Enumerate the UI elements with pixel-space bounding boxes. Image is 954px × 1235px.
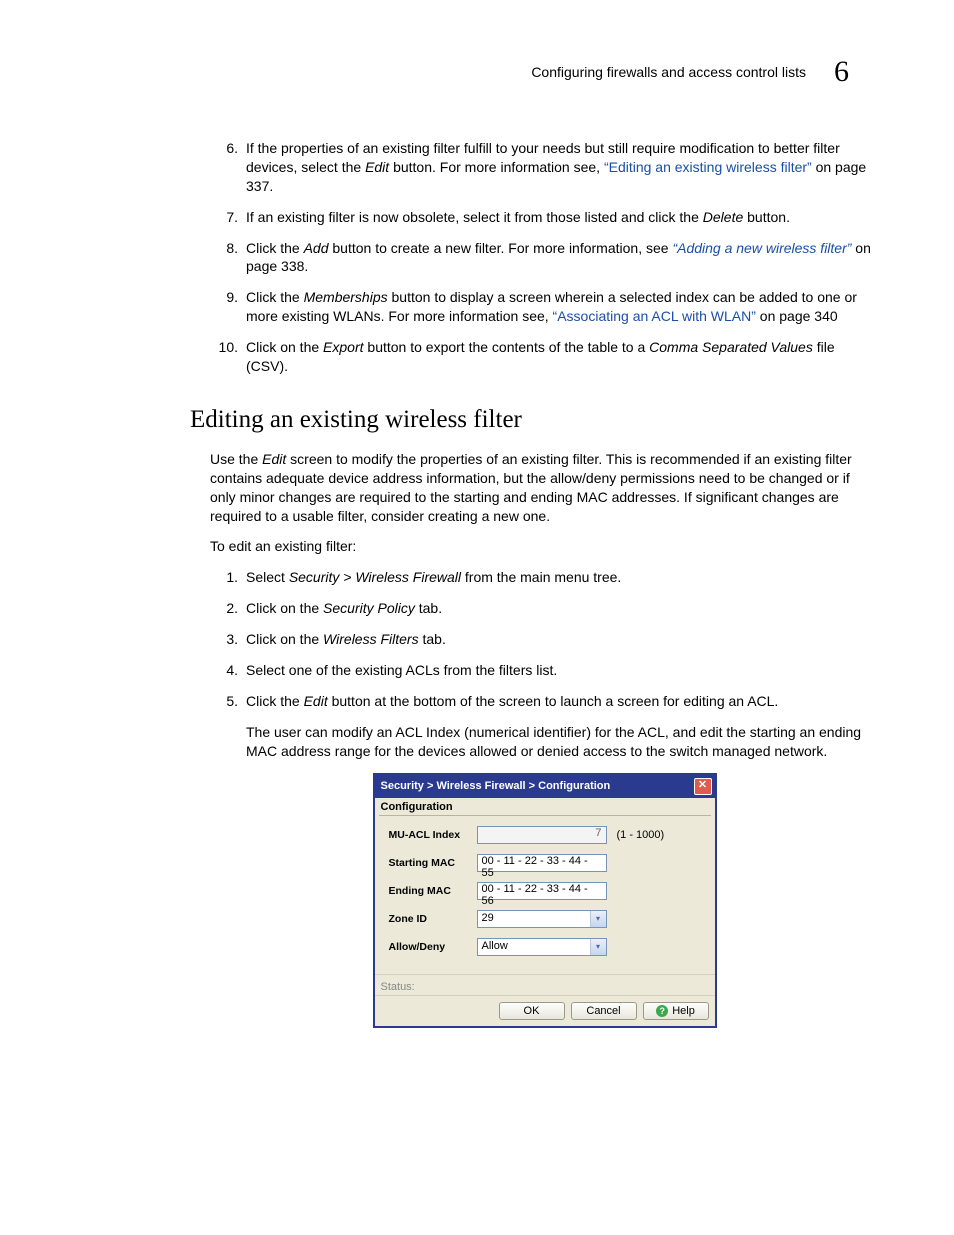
help-label: Help (672, 1005, 695, 1017)
label-endmac: Ending MAC (389, 885, 477, 897)
divider (379, 815, 711, 816)
link-assoc-acl[interactable]: “Associating an ACL with WLAN” (553, 308, 756, 324)
list-item: 3. Click on the Wireless Filters tab. (210, 630, 879, 649)
form-row-muacl: MU-ACL Index 7 (1 - 1000) (389, 826, 705, 844)
label-muacl: MU-ACL Index (389, 829, 477, 841)
list-item: 1. Select Security > Wireless Firewall f… (210, 568, 879, 587)
ok-button[interactable]: OK (499, 1002, 565, 1020)
list-item: 5. Click the Edit button at the bottom o… (210, 692, 879, 711)
paragraph: To edit an existing filter: (210, 537, 879, 556)
item-body: Click on the Wireless Filters tab. (246, 630, 879, 649)
section-heading: Editing an existing wireless filter (190, 406, 879, 434)
chevron-down-icon: ▾ (590, 911, 606, 927)
cancel-button[interactable]: Cancel (571, 1002, 637, 1020)
form-row-endmac: Ending MAC 00 - 11 - 22 - 33 - 44 - 56 (389, 882, 705, 900)
status-label: Status: (375, 974, 715, 995)
chapter-number: 6 (834, 55, 849, 89)
list-item: 10. Click on the Export button to export… (210, 338, 879, 376)
page-header: Configuring firewalls and access control… (75, 55, 879, 89)
paragraph: Use the Edit screen to modify the proper… (210, 450, 879, 526)
input-endmac[interactable]: 00 - 11 - 22 - 33 - 44 - 56 (477, 882, 607, 900)
list-item: 2. Click on the Security Policy tab. (210, 599, 879, 618)
label-startmac: Starting MAC (389, 857, 477, 869)
procedure-list-1: 6. If the properties of an existing filt… (210, 139, 879, 376)
select-value: 29 (478, 911, 590, 927)
item-number: 9. (210, 288, 246, 326)
label-zoneid: Zone ID (389, 913, 477, 925)
select-allowdeny[interactable]: Allow ▾ (477, 938, 607, 956)
range-hint: (1 - 1000) (617, 829, 665, 841)
chevron-down-icon: ▾ (590, 939, 606, 955)
item-number: 10. (210, 338, 246, 376)
item-body: Click the Memberships button to display … (246, 288, 879, 326)
close-icon[interactable]: ✕ (694, 778, 712, 795)
item-body: Select one of the existing ACLs from the… (246, 661, 879, 680)
help-icon: ? (656, 1005, 668, 1017)
configuration-dialog: Security > Wireless Firewall > Configura… (373, 773, 717, 1028)
procedure-list-2: 1. Select Security > Wireless Firewall f… (210, 568, 879, 710)
button-row: OK Cancel ? Help (375, 995, 715, 1026)
help-button[interactable]: ? Help (643, 1002, 709, 1020)
form-row-zoneid: Zone ID 29 ▾ (389, 910, 705, 928)
form-area: MU-ACL Index 7 (1 - 1000) Starting MAC 0… (375, 822, 715, 974)
form-row-startmac: Starting MAC 00 - 11 - 22 - 33 - 44 - 55 (389, 854, 705, 872)
input-startmac[interactable]: 00 - 11 - 22 - 33 - 44 - 55 (477, 854, 607, 872)
label-allowdeny: Allow/Deny (389, 941, 477, 953)
list-item: 4. Select one of the existing ACLs from … (210, 661, 879, 680)
item-body: If the properties of an existing filter … (246, 139, 879, 196)
select-value: Allow (478, 939, 590, 955)
link-edit-filter[interactable]: “Editing an existing wireless filter” (604, 159, 812, 175)
item-body: If an existing filter is now obsolete, s… (246, 208, 879, 227)
list-item: 9. Click the Memberships button to displ… (210, 288, 879, 326)
dialog-titlebar: Security > Wireless Firewall > Configura… (375, 775, 715, 798)
item-number: 7. (210, 208, 246, 227)
item-number: 6. (210, 139, 246, 196)
item-body: Click on the Export button to export the… (246, 338, 879, 376)
item-number: 1. (210, 568, 246, 587)
input-muacl[interactable]: 7 (477, 826, 607, 844)
list-item: 7. If an existing filter is now obsolete… (210, 208, 879, 227)
form-row-allowdeny: Allow/Deny Allow ▾ (389, 938, 705, 956)
list-item: 8. Click the Add button to create a new … (210, 239, 879, 277)
item-number: 3. (210, 630, 246, 649)
item-body: Click on the Security Policy tab. (246, 599, 879, 618)
item-number: 8. (210, 239, 246, 277)
item-body: Click the Edit button at the bottom of t… (246, 692, 879, 711)
link-add-filter[interactable]: “Adding a new wireless filter” (672, 240, 851, 256)
dialog-title-text: Security > Wireless Firewall > Configura… (381, 780, 611, 792)
select-zoneid[interactable]: 29 ▾ (477, 910, 607, 928)
section-label: Configuration (375, 798, 715, 813)
item-body: Click the Add button to create a new fil… (246, 239, 879, 277)
item-number: 5. (210, 692, 246, 711)
item-number: 2. (210, 599, 246, 618)
paragraph: The user can modify an ACL Index (numeri… (246, 723, 879, 761)
item-body: Select Security > Wireless Firewall from… (246, 568, 879, 587)
list-item: 6. If the properties of an existing filt… (210, 139, 879, 196)
item-number: 4. (210, 661, 246, 680)
header-title: Configuring firewalls and access control… (531, 64, 806, 80)
